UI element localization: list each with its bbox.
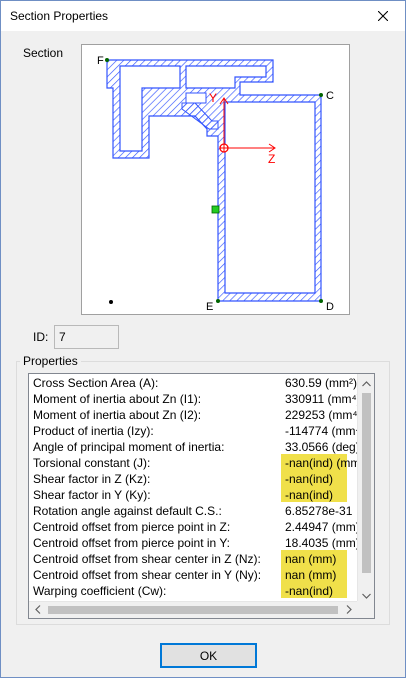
property-label: Angle of principal moment of inertia: <box>33 440 225 454</box>
section-label: Section <box>23 46 64 60</box>
section-hollow-main <box>224 101 316 294</box>
z-axis-label: Z <box>268 152 275 166</box>
property-label: Centroid offset from pierce point in Z: <box>33 520 231 534</box>
property-row[interactable]: Centroid offset from shear center in Z (… <box>29 550 358 566</box>
section-hollow-top <box>185 65 267 89</box>
y-axis-label: Y <box>209 91 217 105</box>
property-label: Centroid offset from shear center in Y (… <box>33 568 262 582</box>
property-row[interactable]: Torsional constant (J): -nan(ind) (mm⁴) <box>29 454 358 470</box>
scroll-left-button[interactable] <box>29 602 46 618</box>
property-value: 33.0566 (deg) <box>285 440 358 454</box>
property-value: -nan(ind) (mm⁴) <box>285 456 358 470</box>
property-row[interactable]: Moment of inertia about Zn (I2): 229253 (… <box>29 406 358 422</box>
property-label: Product of inertia (Izy): <box>33 424 154 438</box>
property-value: 330911 (mm⁴) <box>285 392 358 406</box>
point-label-c: C <box>326 90 334 102</box>
point-e <box>216 299 220 303</box>
property-value: 630.59 (mm²) <box>285 376 358 390</box>
property-value: 18.4035 (mm) <box>285 536 358 550</box>
properties-rows: Cross Section Area (A): 630.59 (mm²) Momen… <box>29 374 358 604</box>
point-d <box>319 299 323 303</box>
scroll-right-button[interactable] <box>340 602 357 618</box>
properties-group-title: Properties <box>20 354 81 368</box>
horizontal-scroll-thumb[interactable] <box>48 606 338 614</box>
property-value: nan (mm) <box>285 552 337 566</box>
section-drawing: F C D E Y Z <box>97 55 334 313</box>
pierce-point <box>109 300 113 304</box>
point-c <box>319 93 323 97</box>
scroll-up-button[interactable] <box>358 374 374 391</box>
vertical-scrollbar[interactable] <box>357 374 374 603</box>
section-notch <box>185 92 207 104</box>
property-row[interactable]: Angle of principal moment of inertia: 33.… <box>29 438 358 454</box>
property-value: nan (mm) <box>285 568 337 582</box>
close-icon <box>378 11 388 21</box>
property-label: Torsional constant (J): <box>33 456 151 470</box>
point-label-f: F <box>97 55 104 67</box>
section-canvas[interactable]: F C D E Y Z <box>81 44 350 315</box>
horizontal-scrollbar[interactable] <box>29 601 374 618</box>
property-row[interactable]: Moment of inertia about Zn (I1): 330911 (… <box>29 390 358 406</box>
property-label: Centroid offset from shear center in Z (… <box>33 552 261 566</box>
property-label: Warping coefficient (Cw): <box>33 584 167 598</box>
close-button[interactable] <box>361 1 405 31</box>
property-row[interactable]: Warping coefficient (Cw): -nan(ind) <box>29 582 358 598</box>
point-f <box>105 58 109 62</box>
properties-list[interactable]: Cross Section Area (A): 630.59 (mm²) Momen… <box>28 373 375 619</box>
window-title: Section Properties <box>10 9 109 23</box>
property-label: Moment of inertia about Zn (I2): <box>33 408 202 422</box>
property-row[interactable]: Centroid offset from pierce point in Y: 1… <box>29 534 358 550</box>
property-row[interactable]: Product of inertia (Izy): -114774 (mm⁴) <box>29 422 358 438</box>
property-row[interactable]: Cross Section Area (A): 630.59 (mm²) <box>29 374 358 390</box>
property-value: -nan(ind) <box>285 584 334 598</box>
chevron-down-icon <box>362 588 371 602</box>
property-label: Shear factor in Z (Kz): <box>33 472 151 486</box>
shear-center-marker <box>211 205 220 214</box>
property-label: Cross Section Area (A): <box>33 376 159 390</box>
chevron-right-icon <box>346 603 352 617</box>
title-bar: Section Properties <box>1 1 405 31</box>
property-label: Rotation angle against default C.S.: <box>33 504 222 518</box>
property-label: Moment of inertia about Zn (I1): <box>33 392 202 406</box>
ok-button[interactable]: OK <box>160 643 257 668</box>
point-label-e: E <box>206 301 213 313</box>
property-row[interactable]: Shear factor in Y (Ky): -nan(ind) <box>29 486 358 502</box>
property-label: Centroid offset from pierce point in Y: <box>33 536 230 550</box>
property-value: -114774 (mm⁴) <box>285 424 358 438</box>
property-row[interactable]: Shear factor in Z (Kz): -nan(ind) <box>29 470 358 486</box>
id-field[interactable] <box>54 325 119 349</box>
property-row[interactable]: Rotation angle against default C.S.: 6.85… <box>29 502 358 518</box>
scrollbar-corner <box>357 601 374 618</box>
point-label-d: D <box>326 301 334 313</box>
id-label: ID: <box>33 330 49 344</box>
property-value: -nan(ind) <box>285 472 334 486</box>
chevron-up-icon <box>362 376 371 390</box>
property-value: 2.44947 (mm) <box>285 520 358 534</box>
property-value: 229253 (mm⁴) <box>285 408 358 422</box>
property-row[interactable]: Centroid offset from shear center in Y (… <box>29 566 358 582</box>
property-label: Shear factor in Y (Ky): <box>33 488 151 502</box>
chevron-left-icon <box>34 603 41 617</box>
property-value: 6.85278e-31 <box>285 504 353 518</box>
vertical-scroll-thumb[interactable] <box>362 393 371 573</box>
property-value: -nan(ind) <box>285 488 334 502</box>
property-row[interactable]: Centroid offset from pierce point in Z: 2… <box>29 518 358 534</box>
